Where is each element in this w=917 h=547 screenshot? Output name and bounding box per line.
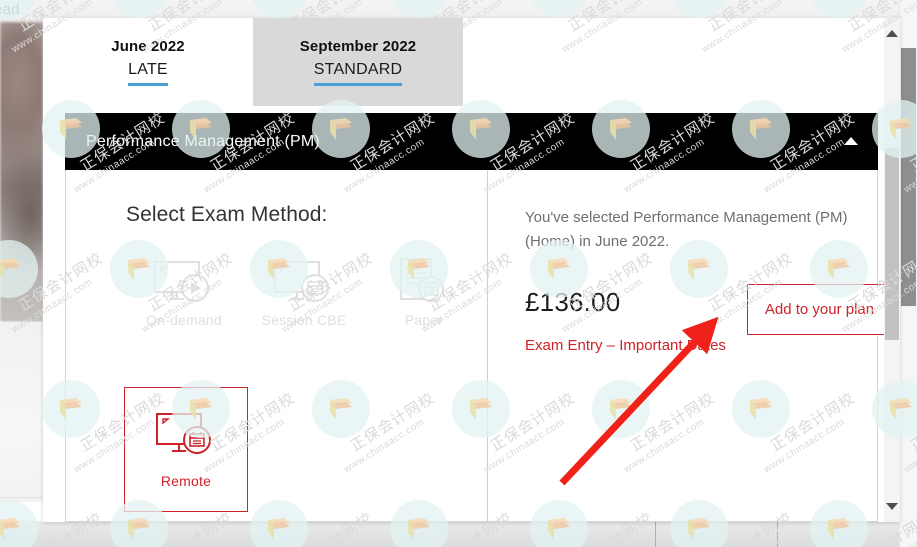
monitor-play-icon [153,258,215,306]
select-exam-method-heading: Select Exam Method: [126,203,328,226]
tab-june-2022-title: June 2022 [111,38,185,55]
subject-body-panel: Select Exam Method: On-demand Session CB… [65,170,892,522]
selection-description: You've selected Performance Management (… [525,209,848,250]
exam-method-on-demand[interactable]: On-demand [124,258,244,328]
subject-header-bar[interactable]: Performance Management (PM) [65,113,878,170]
caret-down-icon[interactable] [886,503,898,510]
important-dates-link[interactable]: Exam Entry – Important Dates [525,337,726,354]
modal-scrollbar-track[interactable] [884,18,900,522]
caret-up-icon[interactable] [844,137,858,145]
tab-september-2022-title: September 2022 [299,38,417,55]
tabs-filler [463,18,900,106]
exam-method-paper[interactable]: Paper [364,258,484,328]
page-footer-band [0,521,917,547]
exam-method-remote[interactable]: Remote [124,387,248,512]
exam-method-session-cbe-label: Session CBE [261,312,347,328]
hero-photo [0,22,43,322]
subject-title: Performance Management (PM) [86,132,320,150]
price-value: £136.00 [525,287,621,317]
tab-september-2022-subtitle: STANDARD [313,61,403,86]
page-scrollbar-track[interactable] [899,0,917,547]
page-top-text-fragment: ead [0,1,20,18]
tab-june-2022[interactable]: June 2022 LATE [43,18,253,106]
exam-method-session-cbe[interactable]: Session CBE [244,258,364,328]
exam-method-options: On-demand Session CBE Paper [124,258,484,328]
page-divider-rule [0,497,43,498]
add-to-your-plan-button[interactable]: Add to your plan [747,284,892,335]
exam-method-remote-label: Remote [160,473,212,489]
session-tabs: June 2022 LATE September 2022 STANDARD [43,18,900,106]
plan-column-divider-1 [655,521,656,547]
exam-entry-modal: June 2022 LATE September 2022 STANDARD P… [43,18,900,522]
exam-method-on-demand-label: On-demand [146,312,222,328]
monitor-calendar-icon [155,410,217,463]
tab-june-2022-subtitle: LATE [128,61,168,86]
selection-summary-column: You've selected Performance Management (… [488,170,892,522]
page-scrollbar-thumb[interactable] [901,48,916,306]
exam-method-column: Select Exam Method: On-demand Session CB… [66,170,487,522]
screenshot-root: ead Your plan June 2022 LATE September 2… [0,0,917,547]
exam-method-paper-label: Paper [404,312,444,328]
document-calendar-icon [393,258,455,306]
hero-lower-area [0,322,43,502]
modal-scrollbar-thumb[interactable] [885,148,899,340]
monitor-calendar-icon [273,258,335,306]
tab-september-2022[interactable]: September 2022 STANDARD [253,18,463,106]
caret-up-icon[interactable] [886,30,898,37]
plan-column-divider-2 [777,521,778,547]
